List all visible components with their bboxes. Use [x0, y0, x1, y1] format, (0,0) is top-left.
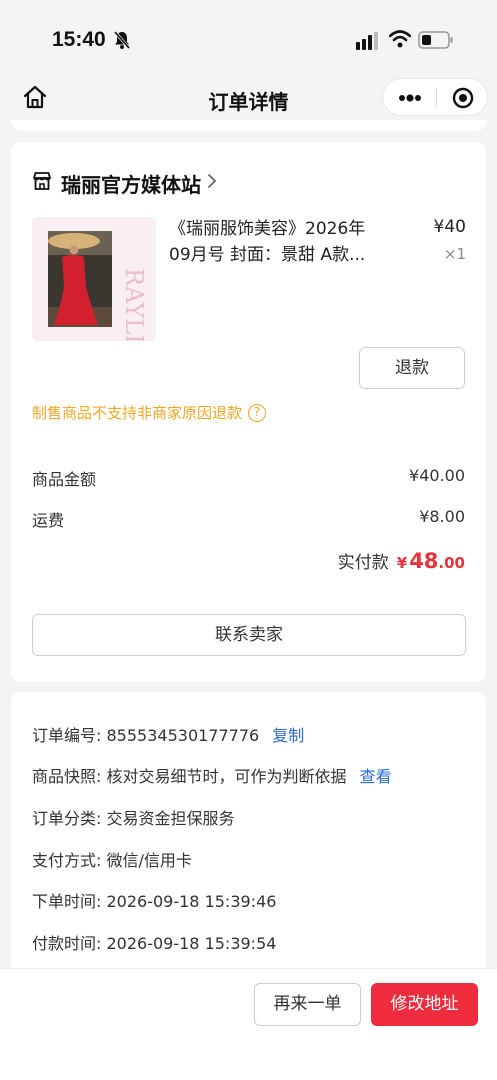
previous-card-edge [11, 120, 486, 131]
signal-icon [356, 32, 382, 54]
cover-logo-text: RAYLI [120, 268, 148, 341]
goods-amount-label: 商品金额 [32, 470, 97, 489]
order-product-card: 瑞丽官方媒体站 RAYLI 《瑞丽服饰美容》2026年 09月号 封面：景甜 A… [11, 142, 486, 682]
refund-button[interactable]: 退款 [359, 347, 465, 389]
paid-label: 实付款 [337, 553, 389, 573]
order-category-row: 订单分类: 交易资金担保服务 [32, 805, 235, 829]
snapshot-text: 核对交易细节时，可作为判断依据 [106, 767, 347, 786]
shipping-label: 运费 [32, 511, 65, 530]
order-time: 2026-09-18 15:39:46 [106, 892, 277, 911]
product-thumbnail[interactable]: RAYLI [32, 217, 156, 341]
paid-decimal: .00 [438, 554, 465, 572]
shop-header[interactable]: 瑞丽官方媒体站 [31, 168, 217, 198]
product-title[interactable]: 《瑞丽服饰美容》2026年 09月号 封面：景甜 A款... [169, 216, 389, 268]
order-number-row: 订单编号: 855534530177776 复制 [32, 722, 304, 746]
product-title-line2: 09月号 封面：景甜 A款... [169, 245, 366, 265]
refund-notice-text: 制售商品不支持非商家原因退款 [32, 404, 243, 422]
product-price: ¥40 [433, 217, 466, 237]
more-icon[interactable] [397, 88, 423, 112]
contact-seller-button[interactable]: 联系卖家 [32, 614, 466, 656]
close-target-icon[interactable] [451, 86, 475, 114]
order-info-card: 订单编号: 855534530177776 复制 商品快照: 核对交易细节时，可… [11, 692, 486, 992]
pay-time-row: 付款时间: 2026-09-18 15:39:54 [32, 930, 276, 954]
paid-currency: ¥ [396, 554, 408, 572]
question-icon[interactable]: ? [248, 403, 267, 422]
copy-link[interactable]: 复制 [272, 726, 304, 745]
order-number: 855534530177776 [106, 726, 260, 745]
payment-method: 微信/信用卡 [106, 851, 192, 870]
view-snapshot-link[interactable]: 查看 [360, 767, 392, 786]
edit-address-button[interactable]: 修改地址 [371, 983, 478, 1026]
capsule-divider [436, 89, 437, 107]
refund-notice: 制售商品不支持非商家原因退款 ? [32, 402, 267, 423]
snapshot-label: 商品快照: [32, 767, 102, 786]
paid-integer: 48 [409, 549, 439, 573]
nav-bar: 订单详情 [0, 78, 497, 120]
order-category-label: 订单分类: [32, 809, 102, 828]
wifi-icon [388, 30, 412, 52]
shop-icon [31, 170, 53, 196]
payment-method-label: 支付方式: [32, 851, 102, 870]
chevron-right-icon [207, 173, 217, 193]
order-category: 交易资金担保服务 [106, 809, 235, 828]
product-quantity: ×1 [443, 245, 466, 263]
paid-amount: 实付款 ¥ 48 .00 [338, 548, 465, 573]
goods-amount-value: ¥40.00 [409, 466, 465, 485]
order-time-row: 下单时间: 2026-09-18 15:39:46 [32, 888, 276, 912]
status-bar: 15:40 [0, 0, 497, 78]
product-title-line1: 《瑞丽服饰美容》2026年 [169, 219, 366, 239]
pay-time-label: 付款时间: [32, 934, 102, 953]
shipping-value: ¥8.00 [419, 507, 465, 526]
battery-icon [418, 31, 454, 53]
order-time-label: 下单时间: [32, 892, 102, 911]
order-number-label: 订单编号: [32, 726, 102, 745]
status-time: 15:40 [52, 28, 106, 51]
mini-program-capsule [382, 78, 488, 116]
shop-name: 瑞丽官方媒体站 [61, 172, 201, 197]
snapshot-row: 商品快照: 核对交易细节时，可作为判断依据 查看 [32, 763, 392, 787]
bottom-action-bar: 再来一单 修改地址 [0, 968, 497, 1080]
reorder-button[interactable]: 再来一单 [254, 983, 361, 1026]
pay-time: 2026-09-18 15:39:54 [106, 934, 277, 953]
bell-muted-icon [112, 30, 132, 54]
payment-method-row: 支付方式: 微信/信用卡 [32, 847, 192, 871]
